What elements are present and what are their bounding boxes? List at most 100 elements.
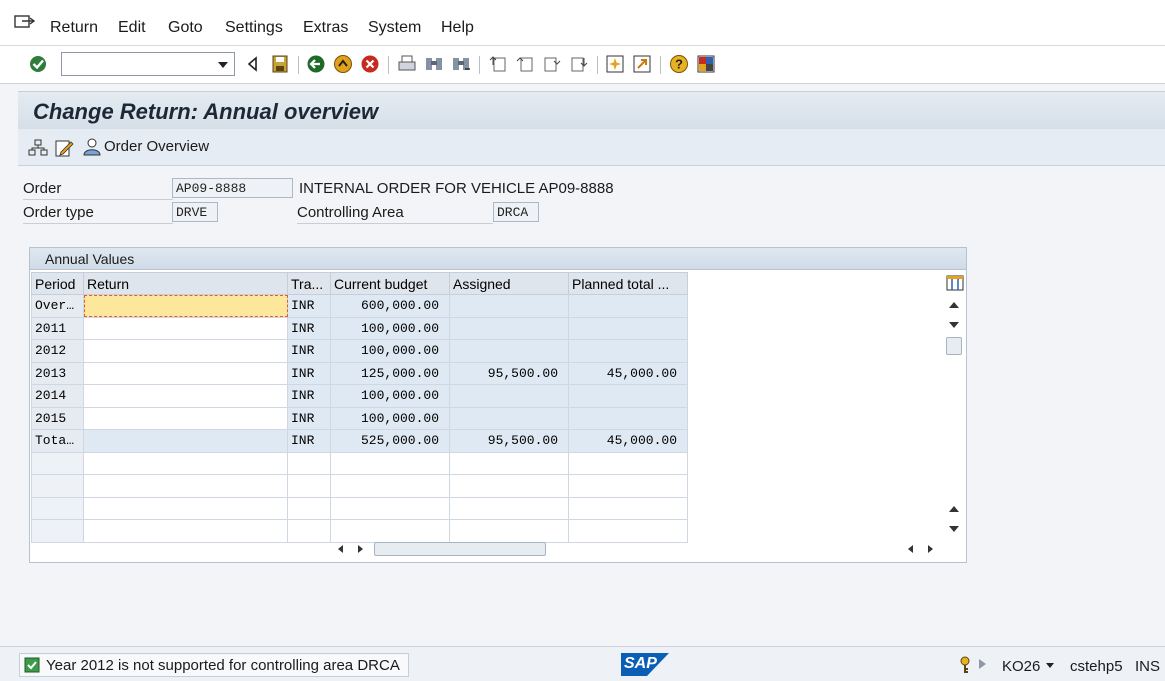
menu-help[interactable]: Help [441,19,474,37]
chevron-down-icon[interactable] [218,62,228,68]
toolbar-separator [298,56,299,74]
return-cell [83,429,288,453]
expand-right-icon[interactable] [979,659,986,669]
return-input[interactable] [83,316,288,340]
menu-bar: Return Edit Goto Settings Extras System … [0,0,1165,46]
current-budget-cell: 100,000.00 [330,406,450,430]
period-cell: Over… [31,294,84,318]
create-session-icon[interactable] [605,54,625,74]
empty-row [31,496,688,520]
scroll-left-icon[interactable] [908,545,913,553]
prev-page-icon[interactable] [515,54,535,74]
assigned-cell [449,316,569,340]
key-icon[interactable] [958,656,972,674]
column-header-period[interactable]: Period [31,272,84,295]
order-type-field[interactable]: DRVE [172,202,218,222]
current-budget-cell: 100,000.00 [330,339,450,363]
current-budget-cell: 525,000.00 [330,429,450,453]
assigned-cell: 95,500.00 [449,361,569,385]
enter-check-icon[interactable] [28,54,48,74]
scroll-down-icon[interactable] [949,322,959,328]
scroll-down-icon[interactable] [949,526,959,532]
scroll-left-icon[interactable] [338,545,343,553]
screen-title-bar: Change Return: Annual overview [18,91,1165,129]
back-triangle-icon[interactable] [243,54,263,74]
period-cell: 2012 [31,339,84,363]
cancel-icon[interactable] [360,54,380,74]
back-green-icon[interactable] [306,54,326,74]
layout-icon[interactable] [696,54,716,74]
print-icon[interactable] [397,54,417,74]
order-description: INTERNAL ORDER FOR VEHICLE AP09-8888 [299,180,614,197]
hierarchy-icon[interactable] [28,138,48,158]
return-input[interactable] [83,294,288,318]
order-number-field[interactable]: AP09-8888 [172,178,293,198]
period-cell: 2014 [31,384,84,408]
table-row: 2012 INR 100,000.00 [31,339,688,363]
table-row: 2015 INR 100,000.00 [31,406,688,430]
assigned-cell [449,294,569,318]
column-header-return[interactable]: Return [83,272,288,295]
help-icon[interactable]: ? [669,54,689,74]
return-input[interactable] [83,339,288,363]
return-input[interactable] [83,361,288,385]
return-input[interactable] [83,406,288,430]
table-settings-icon[interactable] [946,275,964,291]
column-header-planned-total[interactable]: Planned total ... [568,272,688,295]
first-page-icon[interactable] [488,54,508,74]
menu-system[interactable]: System [368,19,421,37]
exit-icon[interactable] [333,54,353,74]
server-name: cstehp5 [1070,658,1123,675]
svg-text:?: ? [675,57,683,72]
find-next-icon[interactable] [451,54,471,74]
vertical-scrollbar[interactable] [944,296,964,540]
next-page-icon[interactable] [542,54,562,74]
empty-row [31,519,688,543]
planned-total-cell: 45,000.00 [568,429,688,453]
standard-toolbar: ? [0,46,1165,84]
planned-total-cell [568,406,688,430]
edit-icon[interactable] [54,138,74,158]
application-toolbar: Order Overview [18,129,1165,166]
period-cell: 2013 [31,361,84,385]
shortcut-icon[interactable] [632,54,652,74]
menu-return[interactable]: Return [50,19,98,37]
menu-extras[interactable]: Extras [303,19,348,37]
scroll-up-icon[interactable] [949,506,959,512]
transaction-code[interactable]: KO26 [1002,658,1040,675]
column-header-transaction-currency[interactable]: Tra... [287,272,331,295]
annual-values-table: Period Return Tra... Current budget Assi… [31,272,688,543]
insert-mode[interactable]: INS [1135,658,1160,675]
status-message-box[interactable]: Year 2012 is not supported for controlli… [19,653,409,677]
order-overview-label: Order Overview [104,138,210,155]
controlling-area-field[interactable]: DRCA [493,202,539,222]
menu-edit[interactable]: Edit [118,19,146,37]
controlling-area-label: Controlling Area [297,204,404,221]
scroll-right-icon[interactable] [358,545,363,553]
menu-settings[interactable]: Settings [225,19,283,37]
table-title: Annual Values [45,251,135,267]
column-header-assigned[interactable]: Assigned [449,272,569,295]
horizontal-scroll-thumb[interactable] [374,542,546,556]
horizontal-scrollbar[interactable] [330,540,950,560]
last-page-icon[interactable] [569,54,589,74]
scroll-right-icon[interactable] [928,545,933,553]
menu-goto[interactable]: Goto [168,19,203,37]
vertical-scroll-thumb[interactable] [946,337,962,355]
save-icon[interactable] [270,54,290,74]
command-field[interactable] [61,52,235,76]
system-menu-icon[interactable] [14,15,36,31]
success-check-icon [24,657,40,673]
scroll-up-icon[interactable] [949,302,959,308]
sap-logo: SAP [621,653,669,676]
currency-cell: INR [287,384,331,408]
chevron-down-icon[interactable] [1046,663,1054,668]
order-overview-button[interactable]: Order Overview [82,135,213,159]
person-icon [83,138,101,156]
currency-cell: INR [287,294,331,318]
column-header-current-budget[interactable]: Current budget [330,272,450,295]
toolbar-separator [388,56,389,74]
return-input[interactable] [83,384,288,408]
find-icon[interactable] [424,54,444,74]
order-type-label: Order type [23,204,94,221]
